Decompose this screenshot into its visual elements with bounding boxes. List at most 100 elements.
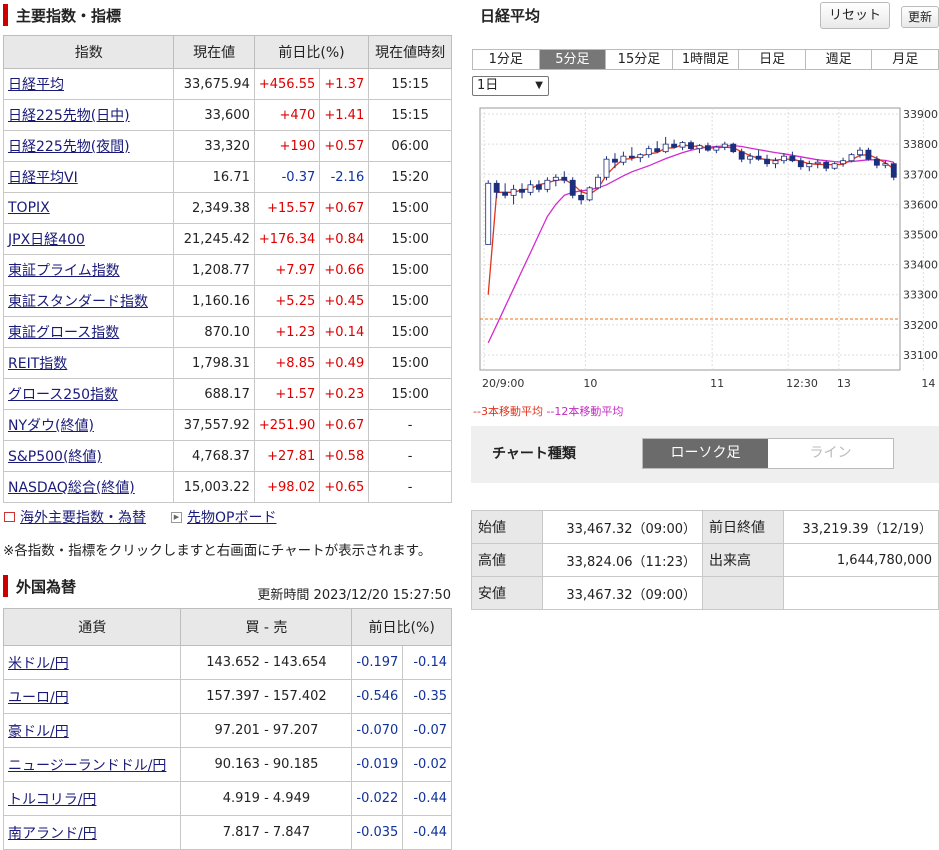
table-row[interactable]: NYダウ(終値) 37,557.92 +251.90 +0.67- — [2, 409, 452, 441]
index-time: 15:00 — [368, 347, 452, 379]
tab-15min[interactable]: 15分足 — [606, 50, 673, 69]
index-name[interactable]: 日経平均VI — [2, 161, 175, 193]
candle-body — [671, 143, 678, 148]
index-name[interactable]: 東証プライム指数 — [2, 254, 175, 286]
index-name[interactable]: S&P500(終値) — [2, 440, 175, 472]
index-link[interactable]: 東証グロース指数 — [8, 325, 119, 341]
tab-daily[interactable]: 日足 — [739, 50, 806, 69]
refresh-button[interactable]: 更新 — [901, 6, 939, 28]
table-row[interactable]: ユーロ/円 157.397 - 157.402 -0.546 -0.35 — [2, 679, 452, 714]
table-row[interactable]: NASDAQ総合(終値) 15,003.22 +98.02 +0.65- — [2, 471, 452, 503]
table-row[interactable]: ニュージーランドドル/円 90.163 - 90.185 -0.019 -0.02 — [2, 747, 452, 782]
futures-board-link[interactable]: ▶ 先物OPボード — [171, 507, 276, 527]
tab-weekly[interactable]: 週足 — [805, 50, 873, 69]
futures-board-link-label[interactable]: 先物OPボード — [187, 507, 276, 527]
index-name[interactable]: JPX日経400 — [2, 223, 175, 255]
fx-updated: 更新時間 2023/12/20 15:27:50 — [257, 584, 451, 603]
index-name[interactable]: TOPIX — [2, 192, 175, 224]
index-change-pct: +1.37 — [319, 68, 370, 100]
index-name[interactable]: 東証スタンダード指数 — [2, 285, 175, 317]
index-name[interactable]: 日経225先物(夜間) — [2, 130, 175, 162]
tab-1min[interactable]: 1分足 — [473, 50, 540, 69]
table-row[interactable]: JPX日経400 21,245.42 +176.34 +0.84 15:00 — [2, 223, 452, 255]
index-link[interactable]: JPX日経400 — [8, 232, 85, 248]
table-row[interactable]: 日経平均 33,675.94 +456.55 +1.37 15:15 — [2, 68, 452, 100]
index-link[interactable]: REIT指数 — [8, 356, 67, 372]
table-row[interactable]: REIT指数 1,798.31 +8.85 +0.49 15:00 — [2, 347, 452, 379]
index-link[interactable]: 東証プライム指数 — [8, 263, 120, 279]
index-link[interactable]: 東証スタンダード指数 — [8, 294, 148, 310]
index-change-pct: +0.23 — [319, 378, 370, 410]
table-row[interactable]: グロース250指数 688.17 +1.57 +0.23 15:00 — [2, 378, 452, 410]
index-change: +98.02 — [253, 471, 321, 503]
table-row[interactable]: トルコリラ/円 4.919 - 4.949 -0.022 -0.44 — [2, 781, 452, 816]
currency-link[interactable]: ニュージーランドドル/円 — [8, 758, 166, 774]
table-row[interactable]: 東証グロース指数 870.10 +1.23 +0.14 15:00 — [2, 316, 452, 348]
low-label: 安値 — [471, 576, 543, 610]
candle-body — [873, 158, 880, 166]
index-link[interactable]: 日経225先物(日中) — [8, 108, 130, 124]
timeframe-tabs: 1分足 5分足 15分足 1時間足 日足 週足 月足 — [472, 49, 939, 70]
table-row[interactable]: 日経平均VI 16.71 -0.37 -2.16 15:20 — [2, 161, 452, 193]
x-tick-label: 13 — [837, 377, 851, 390]
table-row[interactable]: 日経225先物(夜間) 33,320 +190 +0.57 06:00 — [2, 130, 452, 162]
index-link[interactable]: 日経平均VI — [8, 170, 78, 186]
table-row[interactable]: 南アランド/円 7.817 - 7.847 -0.035 -0.44 — [2, 815, 452, 850]
table-row[interactable]: 日経225先物(日中) 33,600 +470 +1.41 15:15 — [2, 99, 452, 131]
candle-body — [595, 176, 601, 189]
table-row[interactable]: S&P500(終値) 4,768.37 +27.81 +0.58- — [2, 440, 452, 472]
index-change-pct: +0.67 — [319, 409, 370, 441]
currency-link[interactable]: 米ドル/円 — [8, 656, 69, 672]
tab-5min[interactable]: 5分足 — [539, 50, 607, 69]
index-link[interactable]: NASDAQ総合(終値) — [8, 480, 135, 496]
open-value: 33,467.32（09:00） — [542, 510, 703, 544]
reset-button[interactable]: リセット — [820, 2, 890, 29]
index-change: +5.25 — [253, 285, 321, 317]
currency-link[interactable]: トルコリラ/円 — [8, 792, 96, 808]
index-link[interactable]: NYダウ(終値) — [8, 418, 94, 434]
currency-name[interactable]: トルコリラ/円 — [2, 781, 182, 816]
index-name[interactable]: 日経平均 — [2, 68, 175, 100]
currency-link[interactable]: 南アランド/円 — [8, 826, 97, 842]
index-name[interactable]: 日経225先物(日中) — [2, 99, 175, 131]
currency-name[interactable]: 南アランド/円 — [2, 815, 182, 850]
index-link[interactable]: グロース250指数 — [8, 387, 118, 403]
line-option[interactable]: ライン — [768, 439, 893, 468]
period-select[interactable]: 1日 ▼ — [472, 76, 549, 96]
index-link[interactable]: 日経平均 — [8, 77, 64, 93]
index-link[interactable]: 日経225先物(夜間) — [8, 139, 130, 155]
index-link[interactable]: TOPIX — [8, 200, 50, 216]
price-chart[interactable]: 33100 33200 33300 33400 33500 33600 33700 33800… — [470, 100, 939, 400]
index-change-pct: -2.16 — [319, 161, 370, 193]
table-row[interactable]: 東証スタンダード指数 1,160.16 +5.25 +0.45 15:00 — [2, 285, 452, 317]
chevron-down-icon: ▼ — [535, 80, 543, 91]
index-name[interactable]: REIT指数 — [2, 347, 175, 379]
currency-name[interactable]: 米ドル/円 — [2, 645, 182, 680]
candle-body — [764, 158, 770, 165]
overseas-link-label[interactable]: 海外主要指数・為替 — [20, 507, 146, 527]
tab-1hour[interactable]: 1時間足 — [672, 50, 740, 69]
currency-name[interactable]: ユーロ/円 — [2, 679, 182, 714]
candle-body — [493, 182, 500, 193]
index-name[interactable]: NYダウ(終値) — [2, 409, 175, 441]
index-value: 15,003.22 — [173, 471, 255, 503]
index-value: 1,208.77 — [173, 254, 255, 286]
currency-name[interactable]: ニュージーランドドル/円 — [2, 747, 182, 782]
table-row[interactable]: 米ドル/円 143.652 - 143.654 -0.197 -0.14 — [2, 645, 452, 680]
tab-monthly[interactable]: 月足 — [872, 50, 939, 69]
table-row[interactable]: 東証プライム指数 1,208.77 +7.97 +0.66 15:00 — [2, 254, 452, 286]
currency-link[interactable]: 豪ドル/円 — [8, 724, 69, 740]
index-name[interactable]: 東証グロース指数 — [2, 316, 175, 348]
overseas-link[interactable]: 海外主要指数・為替 — [4, 507, 146, 527]
index-name[interactable]: NASDAQ総合(終値) — [2, 471, 175, 503]
candle-body — [730, 143, 737, 153]
index-link[interactable]: S&P500(終値) — [8, 449, 102, 465]
table-row[interactable]: 豪ドル/円 97.201 - 97.207 -0.070 -0.07 — [2, 713, 452, 748]
chart-title: 日経平均 — [480, 7, 541, 25]
index-name[interactable]: グロース250指数 — [2, 378, 175, 410]
currency-name[interactable]: 豪ドル/円 — [2, 713, 182, 748]
table-row[interactable]: TOPIX 2,349.38 +15.57 +0.67 15:00 — [2, 192, 452, 224]
currency-link[interactable]: ユーロ/円 — [8, 690, 69, 706]
candlestick-option[interactable]: ローソク足 — [643, 439, 768, 468]
x-tick-label: 14 — [921, 377, 935, 390]
